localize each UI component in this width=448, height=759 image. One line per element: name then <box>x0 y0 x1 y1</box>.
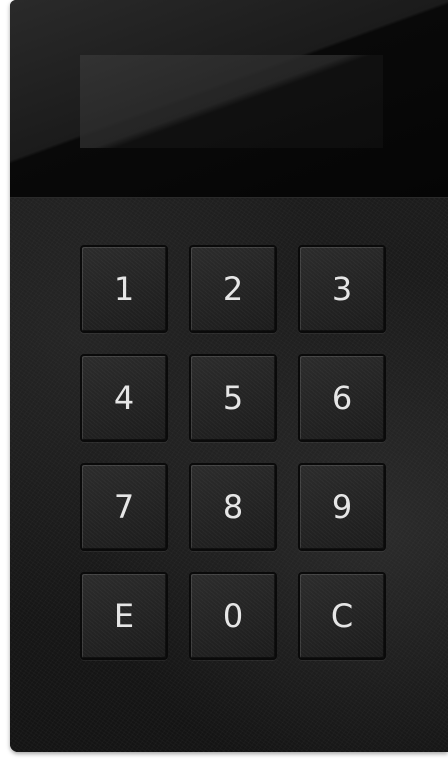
key-8-label: 8 <box>222 488 244 526</box>
key-5[interactable]: 5 <box>189 354 277 442</box>
key-1[interactable]: 1 <box>80 245 168 333</box>
keypad-device: 1 2 3 4 5 6 7 8 9 E 0 C <box>10 0 448 752</box>
key-4-label: 4 <box>113 379 135 417</box>
key-0[interactable]: 0 <box>189 572 277 660</box>
key-2[interactable]: 2 <box>189 245 277 333</box>
key-6-label: 6 <box>331 379 353 417</box>
display-readout <box>80 55 383 148</box>
key-9-label: 9 <box>331 488 353 526</box>
key-9[interactable]: 9 <box>298 463 386 551</box>
display-screen <box>80 55 383 148</box>
key-1-label: 1 <box>113 270 135 308</box>
keypad-panel: 1 2 3 4 5 6 7 8 9 E 0 C <box>10 198 448 752</box>
key-enter-label: E <box>113 597 135 635</box>
key-0-label: 0 <box>222 597 244 635</box>
display-panel <box>10 0 448 198</box>
key-7-label: 7 <box>113 488 135 526</box>
key-clear-label: C <box>330 597 354 635</box>
key-5-label: 5 <box>222 379 244 417</box>
key-clear[interactable]: C <box>298 572 386 660</box>
key-2-label: 2 <box>222 270 244 308</box>
key-3-label: 3 <box>331 270 353 308</box>
key-enter[interactable]: E <box>80 572 168 660</box>
key-3[interactable]: 3 <box>298 245 386 333</box>
key-8[interactable]: 8 <box>189 463 277 551</box>
keypad-grid: 1 2 3 4 5 6 7 8 9 E 0 C <box>80 245 386 660</box>
key-7[interactable]: 7 <box>80 463 168 551</box>
key-4[interactable]: 4 <box>80 354 168 442</box>
key-6[interactable]: 6 <box>298 354 386 442</box>
